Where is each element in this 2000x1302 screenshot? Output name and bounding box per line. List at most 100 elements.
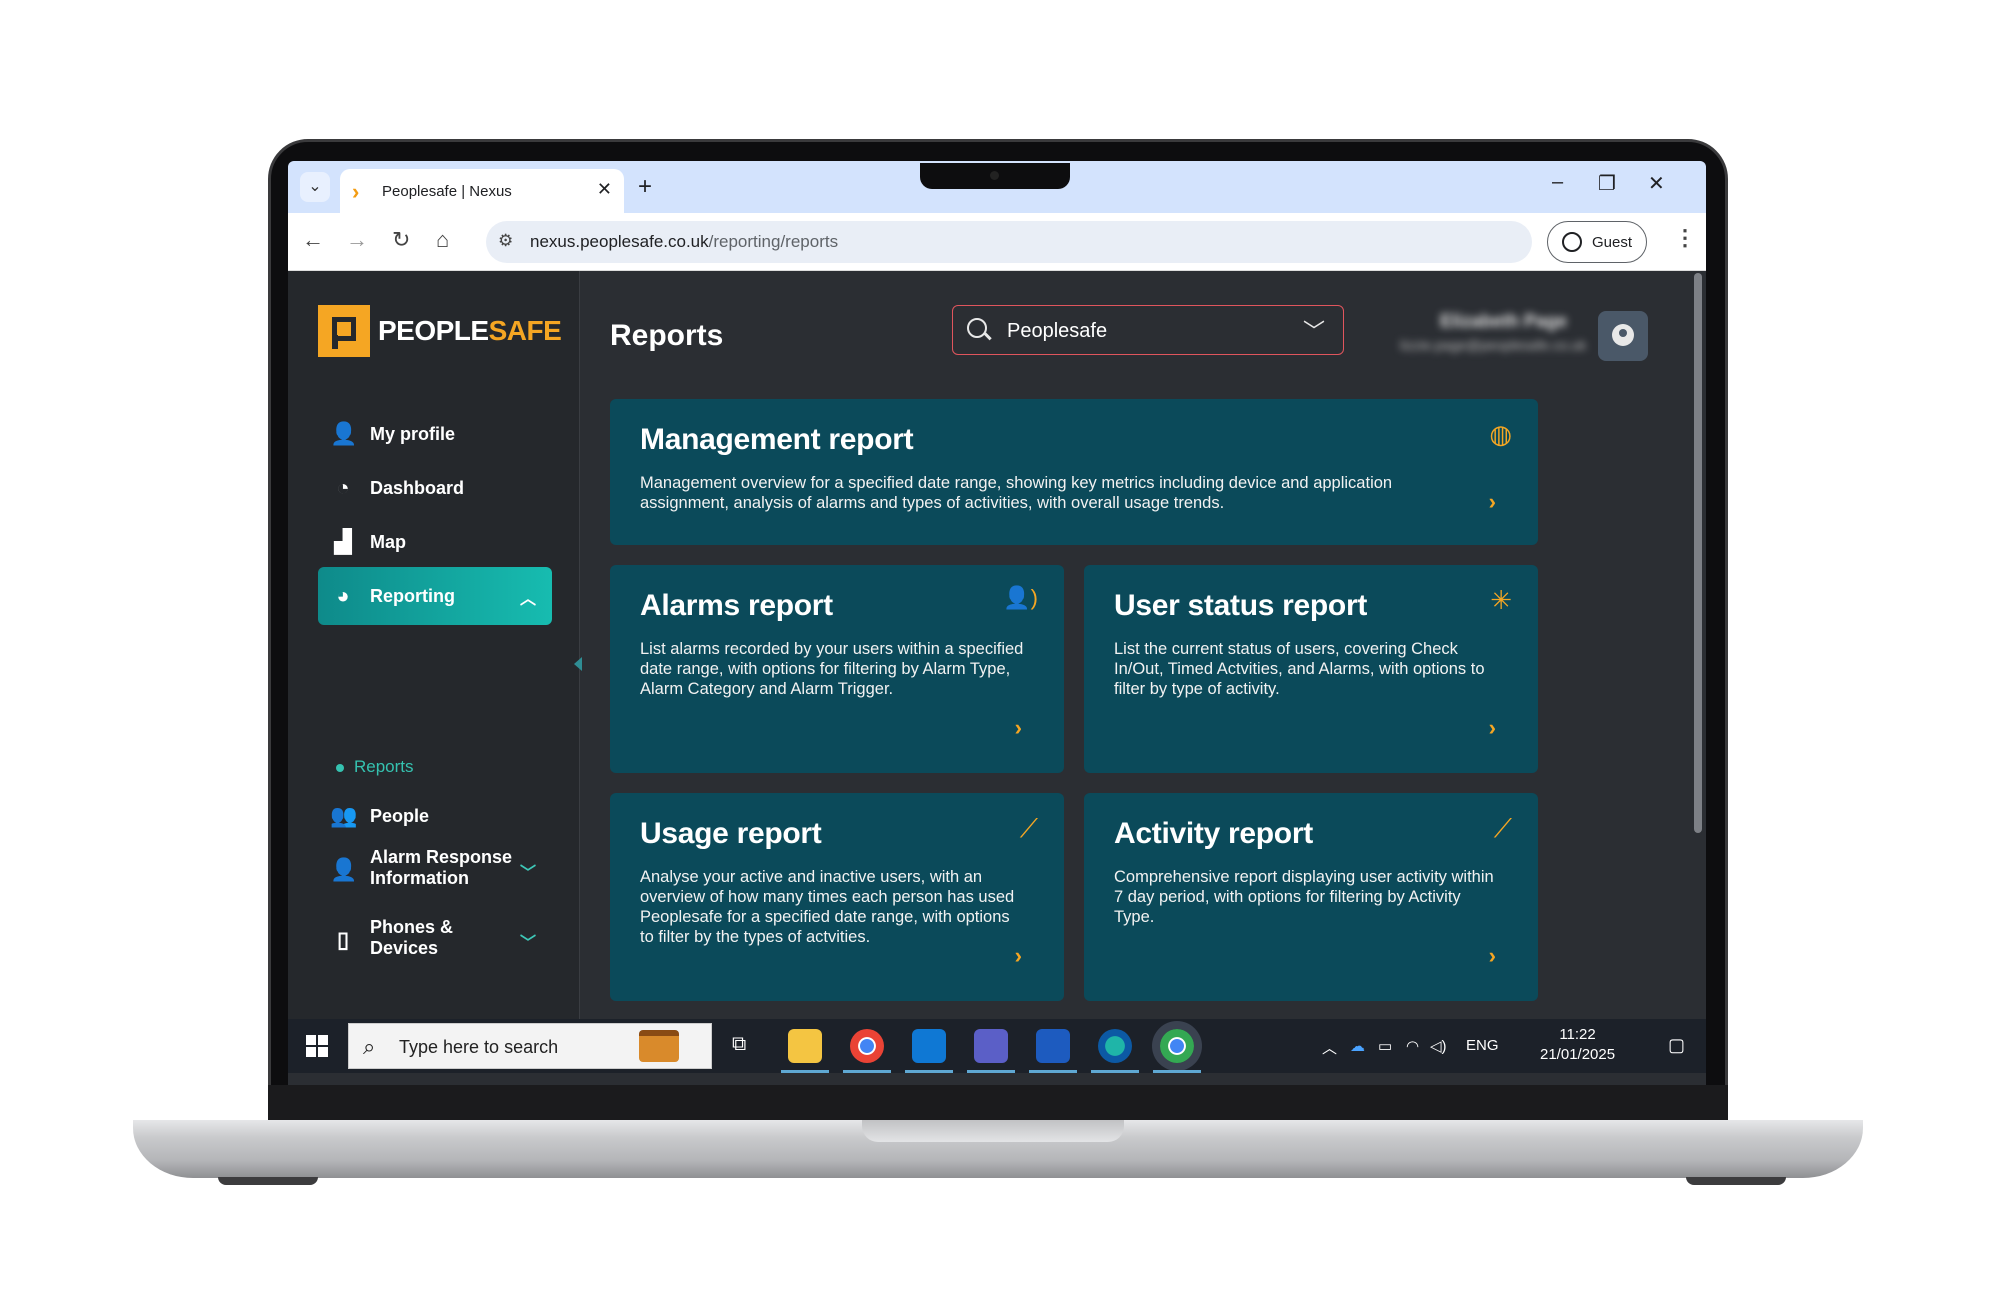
reload-icon[interactable]: ↻ xyxy=(392,227,410,253)
logo-mark-icon xyxy=(318,305,370,357)
outlook-icon[interactable] xyxy=(912,1029,946,1063)
tab-close-icon[interactable]: ✕ xyxy=(597,179,612,200)
main-content: Reports Peoplesafe ﹀ Elizabeth Page lizz… xyxy=(580,271,1706,1019)
magnifier-icon: ⌕ xyxy=(363,1034,376,1059)
file-explorer-icon[interactable] xyxy=(788,1029,822,1063)
avatar[interactable] xyxy=(1598,311,1648,361)
address-bar[interactable]: ⚙ nexus.peoplesafe.co.uk/reporting/repor… xyxy=(486,221,1532,263)
camera-notch xyxy=(920,163,1070,189)
chevron-right-icon[interactable]: › xyxy=(1015,943,1022,969)
sidebar-item-phones-devices[interactable]: ▯ Phones & Devices ﹀ xyxy=(318,909,552,971)
tab-title: Peoplesafe | Nexus xyxy=(382,183,512,200)
sidebar-item-alarm-response[interactable]: 👤 Alarm Response Information ﹀ xyxy=(318,839,552,901)
report-card-usage[interactable]: Usage report Analyse your active and ina… xyxy=(610,793,1064,1001)
chevron-up-icon[interactable]: ︿ xyxy=(520,585,536,609)
teams-icon[interactable] xyxy=(974,1029,1008,1063)
report-card-alarms[interactable]: Alarms report List alarms recorded by yo… xyxy=(610,565,1064,773)
windows-taskbar: ⌕ Type here to search ⧉ ︿ ☁ ▭ ◠ ◁) ENG 1… xyxy=(288,1019,1706,1073)
card-title: User status report xyxy=(1114,589,1368,622)
search-icon xyxy=(967,318,987,338)
card-title: Alarms report xyxy=(640,589,833,622)
forward-icon[interactable]: → xyxy=(346,227,368,253)
chrome-active-icon[interactable] xyxy=(1160,1029,1194,1063)
restore-icon[interactable]: ❐ xyxy=(1598,171,1616,196)
minimize-icon[interactable]: – xyxy=(1552,171,1563,194)
camera-icon xyxy=(990,171,999,180)
tray-overflow-icon[interactable]: ︿ xyxy=(1322,1037,1337,1058)
chevron-right-icon[interactable]: › xyxy=(1489,489,1496,515)
map-icon: ▟ xyxy=(334,529,352,554)
sidebar-subitem-reports[interactable]: Reports xyxy=(336,757,414,777)
sidebar-item-map[interactable]: ▟ Map xyxy=(318,513,552,571)
page-scrollbar[interactable] xyxy=(1694,273,1702,833)
profile-label: Guest xyxy=(1592,234,1633,251)
taskbar-clock[interactable]: 11:22 21/01/2025 xyxy=(1540,1025,1615,1065)
sparkle-trend-icon: ⟋ xyxy=(1019,813,1038,843)
chevron-down-icon[interactable]: ﹀ xyxy=(520,859,536,883)
chevron-right-icon[interactable]: › xyxy=(1015,715,1022,741)
laptop-mockup: ⌄ › Peoplesafe | Nexus ✕ + – ❐ ✕ ← → ↻ ⌂… xyxy=(0,0,2000,1302)
battery-icon[interactable]: ▭ xyxy=(1378,1037,1392,1055)
device-icon: ▯ xyxy=(336,927,350,952)
profile-button[interactable]: Guest xyxy=(1547,221,1647,263)
organisation-select[interactable]: Peoplesafe ﹀ xyxy=(952,305,1344,355)
window-close-icon[interactable]: ✕ xyxy=(1648,171,1665,196)
gauge-icon: ◔ xyxy=(336,475,350,500)
back-icon[interactable]: ← xyxy=(302,227,324,253)
chevron-right-icon[interactable]: › xyxy=(1489,943,1496,969)
page-title: Reports xyxy=(610,319,724,352)
pie-chart-icon: ◕ xyxy=(336,583,350,608)
browser-tab[interactable]: › Peoplesafe | Nexus ✕ xyxy=(340,169,624,213)
report-card-management[interactable]: Management report Management overview fo… xyxy=(610,399,1538,545)
organisation-select-value: Peoplesafe xyxy=(1007,320,1108,342)
browser-toolbar: ← → ↻ ⌂ ⚙ nexus.peoplesafe.co.uk/reporti… xyxy=(288,213,1706,271)
user-name: Elizabeth Page xyxy=(1440,311,1568,331)
laptop-foot xyxy=(1686,1177,1786,1185)
trend-line-icon: ⟋ xyxy=(1493,813,1512,843)
language-indicator[interactable]: ENG xyxy=(1466,1037,1499,1054)
sidebar-item-people[interactable]: 👥 People xyxy=(318,787,552,845)
loading-spinner-icon: ✳ xyxy=(1490,585,1512,615)
laptop-foot xyxy=(218,1177,318,1185)
notifications-icon[interactable]: ▢ xyxy=(1668,1035,1685,1056)
card-description: List the current status of users, coveri… xyxy=(1114,640,1485,698)
trend-circle-icon: ◍ xyxy=(1489,419,1512,449)
alarm-user-icon: 👤 xyxy=(330,857,358,882)
card-title: Usage report xyxy=(640,817,822,850)
site-info-icon[interactable]: ⚙ xyxy=(498,231,513,251)
sidebar-item-my-profile[interactable]: 👤 My profile xyxy=(318,405,552,463)
active-dot-icon xyxy=(336,763,344,772)
chrome-icon[interactable] xyxy=(850,1029,884,1063)
people-icon: 👥 xyxy=(330,803,358,828)
peoplesafe-favicon-icon: › xyxy=(352,179,360,204)
task-view-icon[interactable]: ⧉ xyxy=(732,1033,746,1056)
sidebar-item-reporting[interactable]: ◕ Reporting ︿ xyxy=(318,567,552,625)
chevron-down-icon[interactable]: ﹀ xyxy=(520,929,536,953)
laptop-base-notch xyxy=(862,1120,1124,1142)
onedrive-icon[interactable]: ☁ xyxy=(1350,1037,1365,1055)
card-description: Management overview for a specified date… xyxy=(640,474,1393,512)
app: PEOPLESAFE 👤 My profile ◔ Dashboard ▟ Ma… xyxy=(288,271,1706,1019)
laptop-chin xyxy=(268,1085,1728,1121)
chevron-down-icon[interactable]: ﹀ xyxy=(1303,314,1325,346)
user-email: lizzie.page@peoplesafe.co.uk xyxy=(1400,337,1587,353)
report-card-user-status[interactable]: User status report List the current stat… xyxy=(1084,565,1538,773)
volume-icon[interactable]: ◁) xyxy=(1430,1037,1447,1055)
chevron-right-icon[interactable]: › xyxy=(1489,715,1496,741)
home-icon[interactable]: ⌂ xyxy=(436,227,449,253)
alarm-user-icon: 👤) xyxy=(1003,585,1038,610)
account-icon xyxy=(1562,232,1582,252)
card-title: Activity report xyxy=(1114,817,1313,850)
browser-menu-icon[interactable]: ⋮ xyxy=(1674,225,1696,251)
sidebar-item-dashboard[interactable]: ◔ Dashboard xyxy=(318,459,552,517)
tab-search-icon[interactable]: ⌄ xyxy=(300,172,330,202)
report-card-activity[interactable]: Activity report Comprehensive report dis… xyxy=(1084,793,1538,1001)
new-tab-icon[interactable]: + xyxy=(638,173,652,201)
wifi-icon[interactable]: ◠ xyxy=(1406,1037,1419,1055)
edge-icon[interactable] xyxy=(1098,1029,1132,1063)
url-text[interactable]: nexus.peoplesafe.co.uk/reporting/reports xyxy=(530,232,838,252)
word-icon[interactable] xyxy=(1036,1029,1070,1063)
taskbar-search[interactable]: ⌕ Type here to search xyxy=(348,1023,712,1069)
person-icon: 👤 xyxy=(330,421,358,446)
windows-start-icon[interactable] xyxy=(306,1035,328,1057)
